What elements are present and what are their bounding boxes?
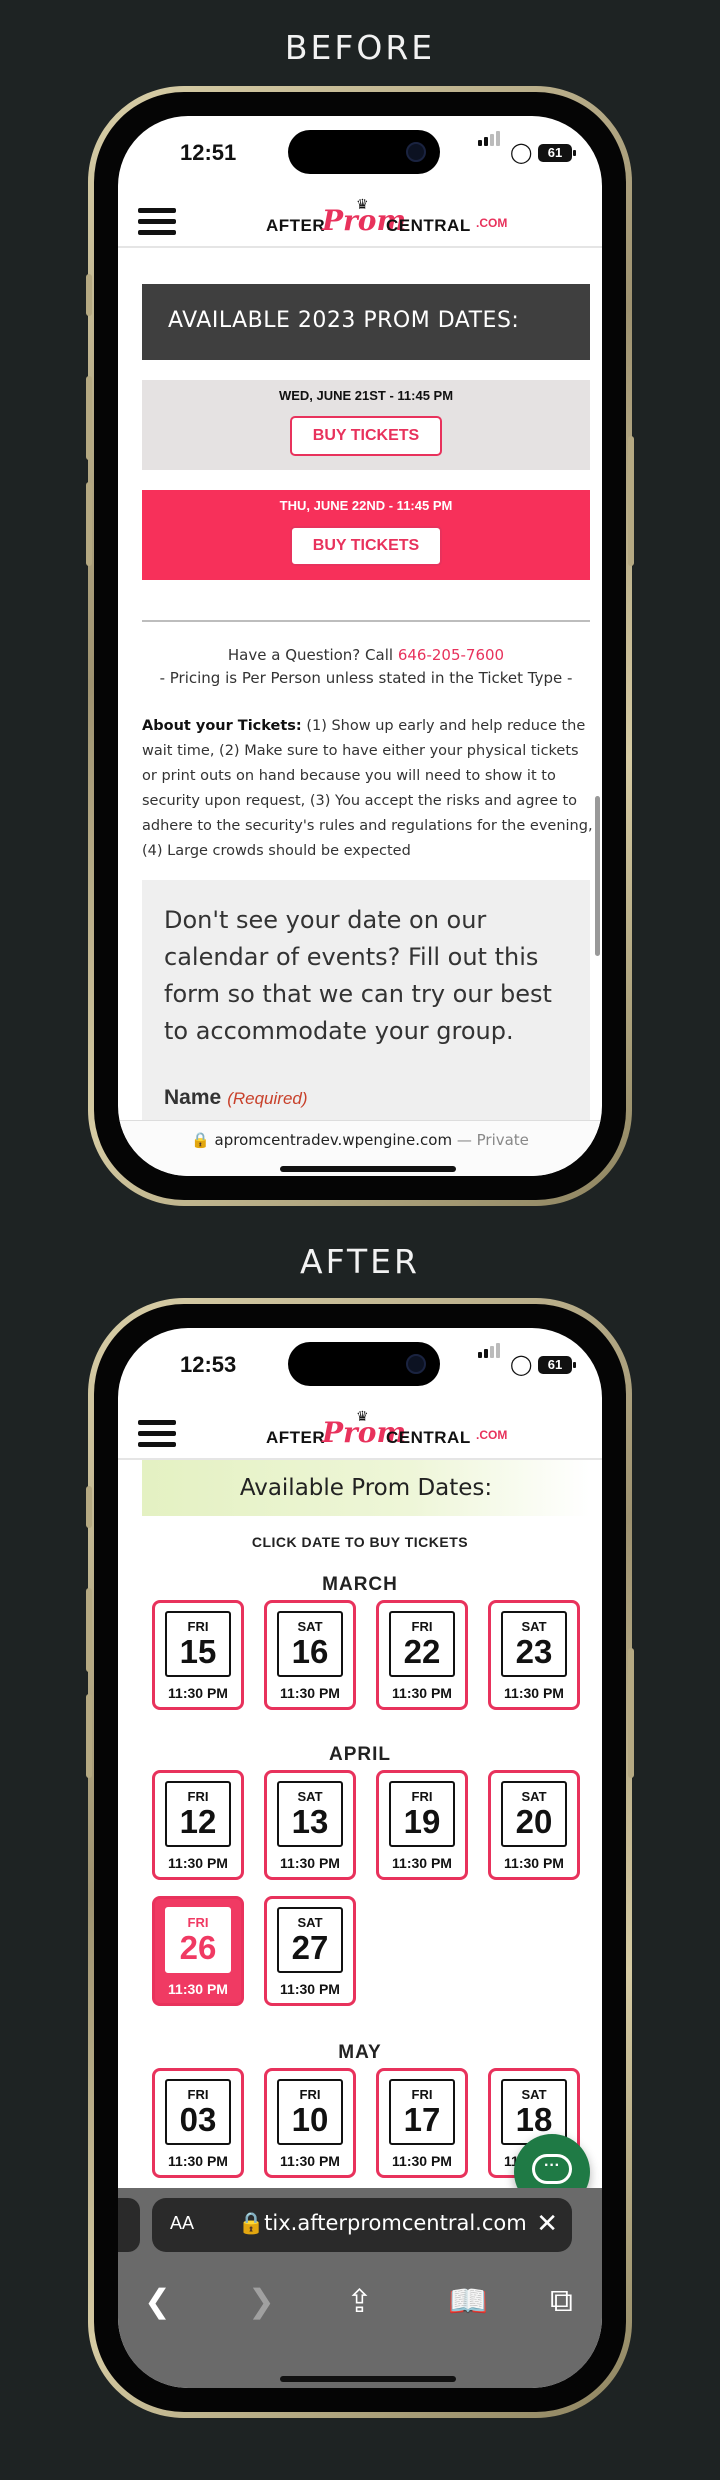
date-tile[interactable]: SAT 27 11:30 PM: [264, 1896, 356, 2006]
dates-banner: Available Prom Dates:: [142, 1460, 590, 1516]
date-tile[interactable]: SAT 16 11:30 PM: [264, 1600, 356, 1710]
wifi-icon: ◯: [510, 142, 533, 164]
date-card: WED, JUNE 21ST - 11:45 PM BUY TICKETS: [142, 380, 590, 470]
date-tile[interactable]: FRI 19 11:30 PM: [376, 1770, 468, 1880]
forward-icon[interactable]: ❯: [248, 2282, 275, 2320]
lock-icon: 🔒: [191, 1131, 210, 1149]
url-bar[interactable]: 🔒 apromcentradev.wpengine.com — Private: [118, 1120, 602, 1176]
camera-icon: [406, 142, 426, 162]
before-label: BEFORE: [284, 28, 436, 67]
pricing-note: - Pricing is Per Person unless stated in…: [159, 669, 573, 687]
menu-icon[interactable]: [138, 1420, 176, 1450]
tabs-icon[interactable]: ⧉: [550, 2282, 573, 2320]
site-logo[interactable]: AFTER ♛ Prom CENTRAL .COM: [266, 196, 507, 242]
month-heading: MAY: [338, 2042, 382, 2063]
lock-icon: 🔒: [238, 2211, 265, 2235]
date-tile[interactable]: FRI 03 11:30 PM: [152, 2068, 244, 2178]
click-hint: CLICK DATE TO BUY TICKETS: [251, 1534, 469, 1550]
previous-tab-stub[interactable]: [118, 2198, 140, 2252]
date-tile[interactable]: FRI 10 11:30 PM: [264, 2068, 356, 2178]
request-form: Don't see your date on our calendar of e…: [142, 880, 590, 1120]
buy-tickets-button[interactable]: BUY TICKETS: [290, 526, 442, 566]
status-bar: 12:53 ◯ 61: [118, 1328, 602, 1400]
about-tickets: About your Tickets: (1) Show up early an…: [142, 718, 593, 859]
date-tile[interactable]: SAT 20 11:30 PM: [488, 1770, 580, 1880]
date-tile[interactable]: SAT 23 11:30 PM: [488, 1600, 580, 1710]
date-tile[interactable]: FRI 22 11:30 PM: [376, 1600, 468, 1710]
battery-icon: 61: [538, 1356, 576, 1374]
home-indicator: [280, 2376, 456, 2382]
about-label: About your Tickets:: [142, 718, 302, 734]
share-icon[interactable]: ⇪: [346, 2282, 373, 2320]
back-icon[interactable]: ❮: [144, 2282, 171, 2320]
camera-icon: [406, 1354, 426, 1374]
date-tile[interactable]: FRI 12 11:30 PM: [152, 1770, 244, 1880]
site-header: AFTER ♛ Prom CENTRAL .COM: [118, 188, 602, 248]
bookmarks-icon[interactable]: 📖: [448, 2282, 488, 2320]
menu-icon[interactable]: [138, 208, 176, 238]
date-tile[interactable]: FRI 15 11:30 PM: [152, 1600, 244, 1710]
screen-after: 12:53 ◯ 61 AFTER ♛ Prom CENTRAL .COM Ava: [118, 1328, 602, 2388]
safari-toolbar: AA 🔒tix.afterpromcentral.com ✕ ❮ ❯ ⇪ 📖 ⧉: [118, 2188, 602, 2388]
reader-settings-button[interactable]: AA: [170, 2213, 194, 2234]
buy-tickets-button[interactable]: BUY TICKETS: [290, 416, 442, 456]
month-heading: APRIL: [329, 1744, 391, 1765]
phone-before: 12:51 ◯ 61 AFTER ♛ Prom CENTRAL .COM AVA: [86, 86, 634, 1206]
dynamic-island: [288, 1342, 440, 1386]
phone-link[interactable]: 646-205-7600: [398, 646, 504, 664]
home-indicator: [280, 1166, 456, 1172]
site-logo[interactable]: AFTER ♛ Prom CENTRAL .COM: [266, 1408, 507, 1454]
after-label: AFTER: [300, 1242, 420, 1281]
chat-icon: ···: [532, 2154, 572, 2184]
scrollbar[interactable]: [595, 796, 600, 956]
battery-icon: 61: [538, 144, 576, 162]
close-icon[interactable]: ✕: [536, 2208, 558, 2239]
month-heading: MARCH: [322, 1574, 398, 1595]
date-card: THU, JUNE 22ND - 11:45 PM BUY TICKETS: [142, 490, 590, 580]
status-bar: 12:51 ◯ 61: [118, 116, 602, 188]
date-tile-selected[interactable]: FRI 26 11:30 PM: [152, 1896, 244, 2006]
divider: [142, 620, 590, 622]
dates-banner: AVAILABLE 2023 PROM DATES:: [142, 284, 590, 360]
dynamic-island: [288, 130, 440, 174]
date-text: THU, JUNE 22ND - 11:45 PM: [279, 498, 453, 513]
date-tile[interactable]: SAT 13 11:30 PM: [264, 1770, 356, 1880]
address-url: tix.afterpromcentral.com: [264, 2211, 527, 2235]
wifi-icon: ◯: [510, 1354, 533, 1376]
address-bar[interactable]: AA 🔒tix.afterpromcentral.com ✕: [152, 2198, 572, 2252]
date-tile[interactable]: FRI 17 11:30 PM: [376, 2068, 468, 2178]
screen-before: 12:51 ◯ 61 AFTER ♛ Prom CENTRAL .COM AVA: [118, 116, 602, 1176]
status-time: 12:51: [180, 140, 237, 165]
question-line: Have a Question? Call 646-205-7600: [227, 646, 505, 664]
site-header: AFTER ♛ Prom CENTRAL .COM: [118, 1400, 602, 1460]
name-field-label: Name (Required): [164, 1086, 308, 1109]
date-text: WED, JUNE 21ST - 11:45 PM: [278, 388, 454, 403]
form-intro: Don't see your date on our calendar of e…: [164, 906, 552, 1045]
phone-after: 12:53 ◯ 61 AFTER ♛ Prom CENTRAL .COM Ava: [86, 1298, 634, 2418]
status-time: 12:53: [180, 1352, 237, 1377]
